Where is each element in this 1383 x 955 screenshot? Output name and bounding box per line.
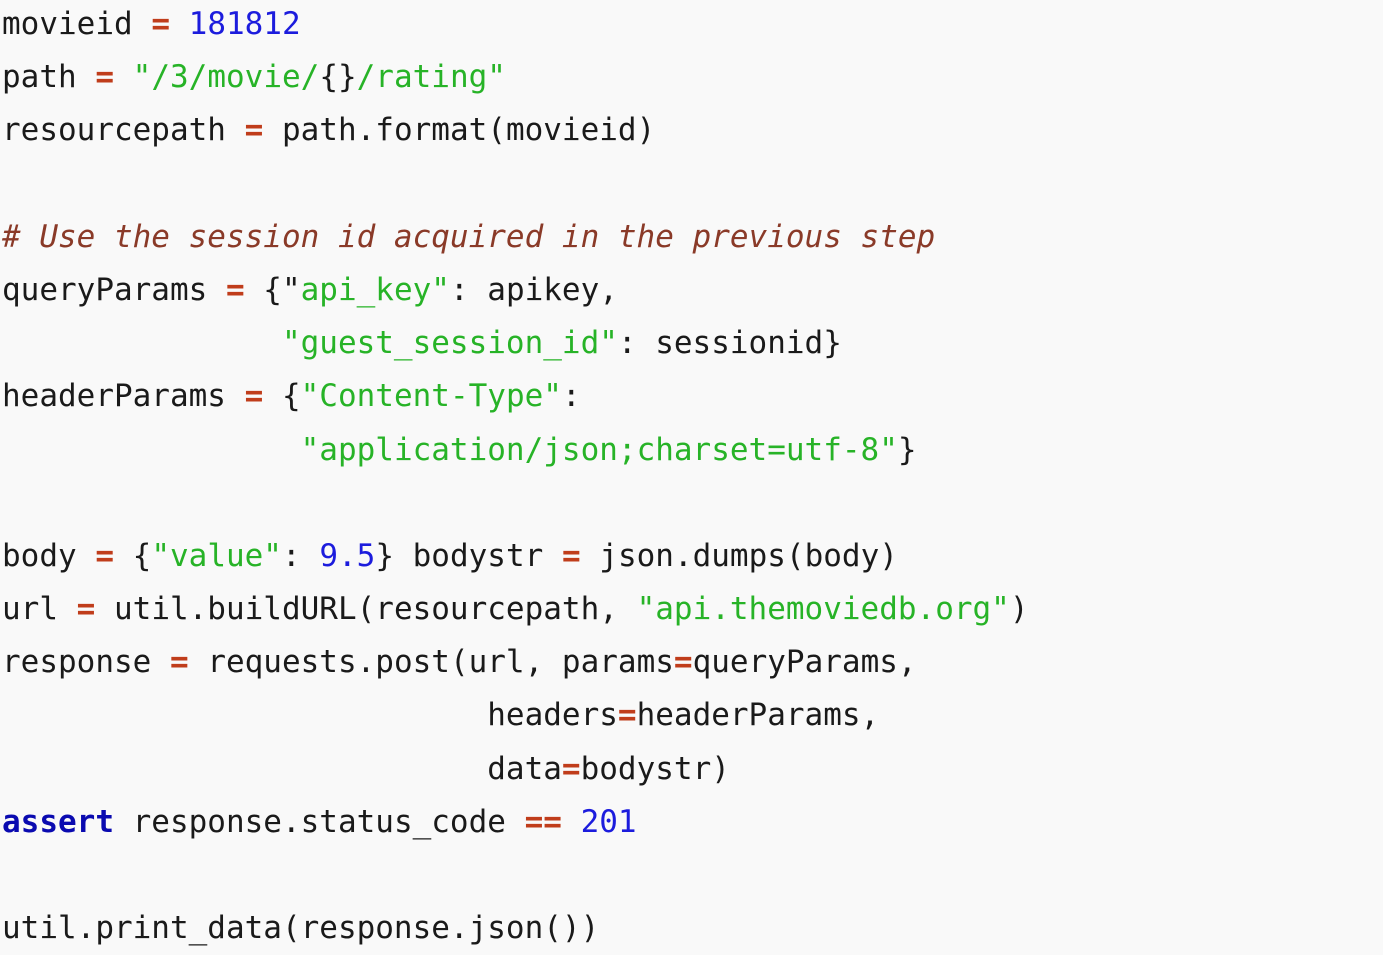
code-token-name: data bbox=[2, 750, 562, 787]
code-token-name: util.print_data(response.json()) bbox=[2, 910, 600, 947]
code-line: assert response.status_code == 201 bbox=[0, 796, 1383, 849]
code-token-name: path bbox=[2, 59, 96, 96]
code-token-name: } bodystr bbox=[375, 537, 562, 574]
code-token-name: requests.post(url, params bbox=[188, 644, 674, 681]
code-token-op: == bbox=[524, 803, 562, 840]
code-token-op: = bbox=[561, 750, 581, 787]
code-token-name: : apikey, bbox=[449, 271, 618, 308]
code-token-str: "/3/movie/ bbox=[132, 59, 320, 96]
code-line: url = util.buildURL(resourcepath, "api.t… bbox=[0, 583, 1383, 636]
code-token-str: "application/json;charset=utf-8" bbox=[300, 431, 898, 468]
code-token-op: = bbox=[673, 644, 693, 681]
code-line: queryParams = {"api_key": apikey, bbox=[0, 264, 1383, 317]
code-token-name: queryParams, bbox=[692, 644, 917, 681]
code-token-name: response bbox=[2, 644, 170, 681]
code-token-name bbox=[2, 432, 301, 468]
code-token-name: resourcepath bbox=[2, 112, 245, 149]
code-token-str: api_key" bbox=[300, 271, 450, 308]
code-line: # Use the session id acquired in the pre… bbox=[0, 211, 1383, 264]
code-token-name: path.format(movieid) bbox=[263, 112, 656, 149]
code-token-name: queryParams bbox=[2, 271, 226, 308]
code-token-name: bodystr) bbox=[580, 750, 730, 787]
code-token-op: = bbox=[561, 537, 581, 574]
code-token-str: "guest_session_id" bbox=[2, 325, 618, 362]
code-token-name: : bbox=[281, 537, 320, 574]
code-token-op: = bbox=[225, 271, 245, 308]
code-token-name: headers bbox=[2, 697, 618, 734]
code-token-name: json.dumps(body) bbox=[580, 537, 898, 574]
code-token-str: /rating" bbox=[356, 59, 506, 96]
code-token-name: url bbox=[2, 591, 77, 628]
code-token-punct: { bbox=[114, 537, 152, 574]
code-token-num: 9.5 bbox=[319, 537, 376, 574]
code-token-op: = bbox=[95, 59, 114, 96]
code-token-op: = bbox=[151, 6, 170, 42]
code-token-name: util.buildURL(resourcepath, bbox=[95, 591, 637, 628]
code-line: response = requests.post(url, params=que… bbox=[0, 636, 1383, 689]
code-line: "guest_session_id": sessionid} bbox=[0, 317, 1383, 370]
code-token-name: ) bbox=[1009, 591, 1029, 628]
code-token-keyword: assert bbox=[2, 803, 114, 840]
code-token-str: "api.themoviedb.org" bbox=[636, 591, 1010, 628]
code-token-str: "value" bbox=[151, 537, 282, 574]
code-line: path = "/3/movie/{}/rating" bbox=[0, 51, 1383, 104]
code-token-op: = bbox=[76, 591, 96, 628]
code-token-punct: } bbox=[897, 431, 917, 468]
code-line: movieid = 181812 bbox=[0, 0, 1383, 51]
code-line: util.print_data(response.json()) bbox=[0, 902, 1383, 955]
code-line: resourcepath = path.format(movieid) bbox=[0, 104, 1383, 157]
code-token-num: 201 bbox=[580, 803, 637, 840]
code-token-op: = bbox=[244, 112, 264, 149]
code-line: data=bodystr) bbox=[0, 743, 1383, 796]
code-token-comment: # Use the session id acquired in the pre… bbox=[2, 218, 936, 255]
code-token-str-dark: {} bbox=[319, 59, 357, 96]
code-token-punct: { bbox=[244, 271, 282, 308]
code-token-name: body bbox=[2, 537, 96, 574]
code-token-name bbox=[170, 6, 189, 42]
code-token-op: = bbox=[244, 378, 264, 415]
code-token-name: headerParams bbox=[2, 378, 245, 415]
code-token-op: = bbox=[617, 697, 637, 734]
code-token-op: = bbox=[95, 537, 114, 574]
code-token-name: headerParams, bbox=[636, 697, 880, 734]
code-token-name bbox=[114, 59, 133, 95]
code-line: body = {"value": 9.5} bodystr = json.dum… bbox=[0, 530, 1383, 583]
code-token-num: 181812 bbox=[188, 6, 301, 42]
code-line: headerParams = {"Content-Type": bbox=[0, 370, 1383, 423]
code-token-name: response.status_code bbox=[113, 803, 525, 840]
code-token-name: : sessionid} bbox=[617, 325, 842, 362]
code-token-op: = bbox=[169, 644, 189, 681]
code-token-name: movieid bbox=[2, 6, 152, 42]
code-listing: movieid = 181812 path = "/3/movie/{}/rati… bbox=[0, 0, 1383, 946]
code-line: headers=headerParams, bbox=[0, 689, 1383, 742]
code-token-str: "Content-Type" bbox=[300, 378, 562, 415]
code-token-name bbox=[562, 804, 581, 840]
code-line: "application/json;charset=utf-8"} bbox=[0, 424, 1383, 477]
code-token-name: : bbox=[561, 378, 581, 415]
code-token-punct: { bbox=[263, 378, 301, 415]
code-token-str-dark: " bbox=[281, 271, 301, 308]
